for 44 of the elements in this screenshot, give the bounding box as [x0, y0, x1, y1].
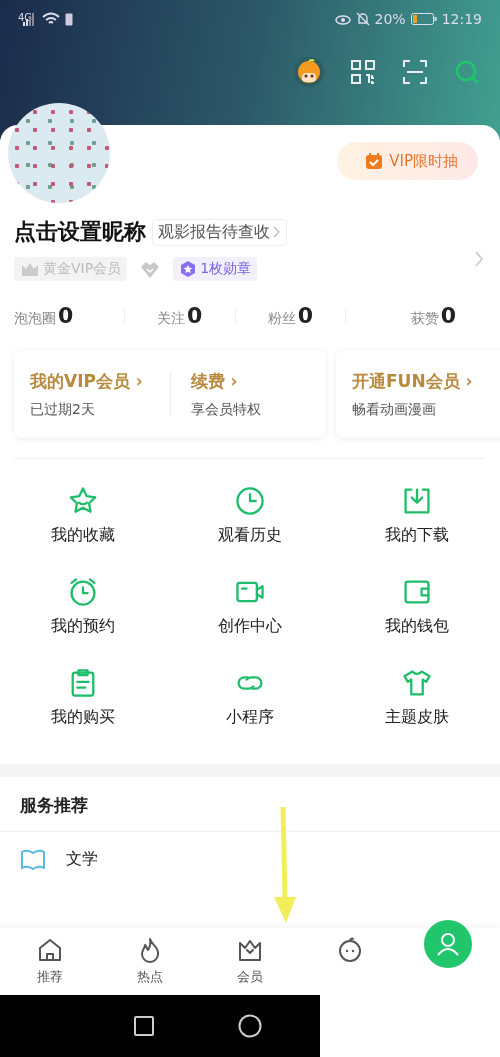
- calendar-check-icon: [365, 152, 384, 170]
- battery-icon: [410, 13, 437, 25]
- eye-icon: [334, 12, 351, 26]
- nav-tab[interactable]: 推荐: [0, 928, 100, 986]
- crown-icon: [20, 261, 40, 277]
- nickname-text[interactable]: 点击设置昵称: [14, 217, 146, 247]
- t-shirt-icon: [400, 667, 433, 699]
- membership-subtitle: 畅看动画漫画: [352, 400, 437, 419]
- feature-item[interactable]: 我的钱包: [333, 576, 500, 637]
- report-link[interactable]: 观影报告待查收: [152, 218, 287, 246]
- clock-icon: [234, 485, 266, 517]
- round-face-icon: [336, 936, 364, 964]
- home-circle-icon[interactable]: [238, 1014, 262, 1038]
- scan-icon[interactable]: [402, 59, 428, 85]
- nav-tab[interactable]: 会员: [200, 928, 300, 986]
- stat-item[interactable]: 获赞0: [346, 303, 486, 328]
- feature-item[interactable]: 我的下载: [333, 485, 500, 546]
- muted-bell-icon: [355, 12, 370, 26]
- feature-item[interactable]: 我的购买: [0, 667, 167, 728]
- membership-subtitle: 已过期2天: [30, 400, 96, 419]
- section-title: 服务推荐: [19, 794, 89, 817]
- wifi-icon: [42, 12, 61, 26]
- stat-item[interactable]: 粉丝0: [235, 303, 346, 328]
- clock-time: 12:19: [441, 11, 482, 27]
- feature-item[interactable]: 我的预约: [0, 576, 167, 637]
- cartoon-mascot-icon[interactable]: [294, 57, 324, 87]
- feature-item[interactable]: 主题皮肤: [333, 667, 500, 728]
- membership-subtitle: 享会员特权: [190, 400, 262, 419]
- qr-code-icon[interactable]: [350, 59, 376, 85]
- feature-item[interactable]: 创作中心: [166, 576, 334, 637]
- battery-percentage: 20%: [374, 11, 406, 27]
- feature-item[interactable]: 观看历史: [166, 485, 334, 546]
- stat-item[interactable]: 泡泡圈 0: [14, 303, 124, 328]
- service-item[interactable]: 文学: [66, 848, 98, 870]
- battery-saver-icon: [65, 12, 74, 26]
- stat-item[interactable]: 关注 0: [124, 303, 235, 328]
- hexagon-star-icon: [179, 260, 198, 278]
- feature-item[interactable]: 我的收藏: [0, 485, 167, 546]
- nav-tab[interactable]: 热点: [100, 928, 200, 986]
- home-icon: [36, 936, 64, 964]
- chevron-icon: [273, 226, 281, 238]
- recent-apps-icon[interactable]: [134, 1016, 154, 1036]
- feature-item[interactable]: 小程序: [166, 667, 334, 728]
- medal-badge[interactable]: 1枚勋章: [173, 257, 258, 281]
